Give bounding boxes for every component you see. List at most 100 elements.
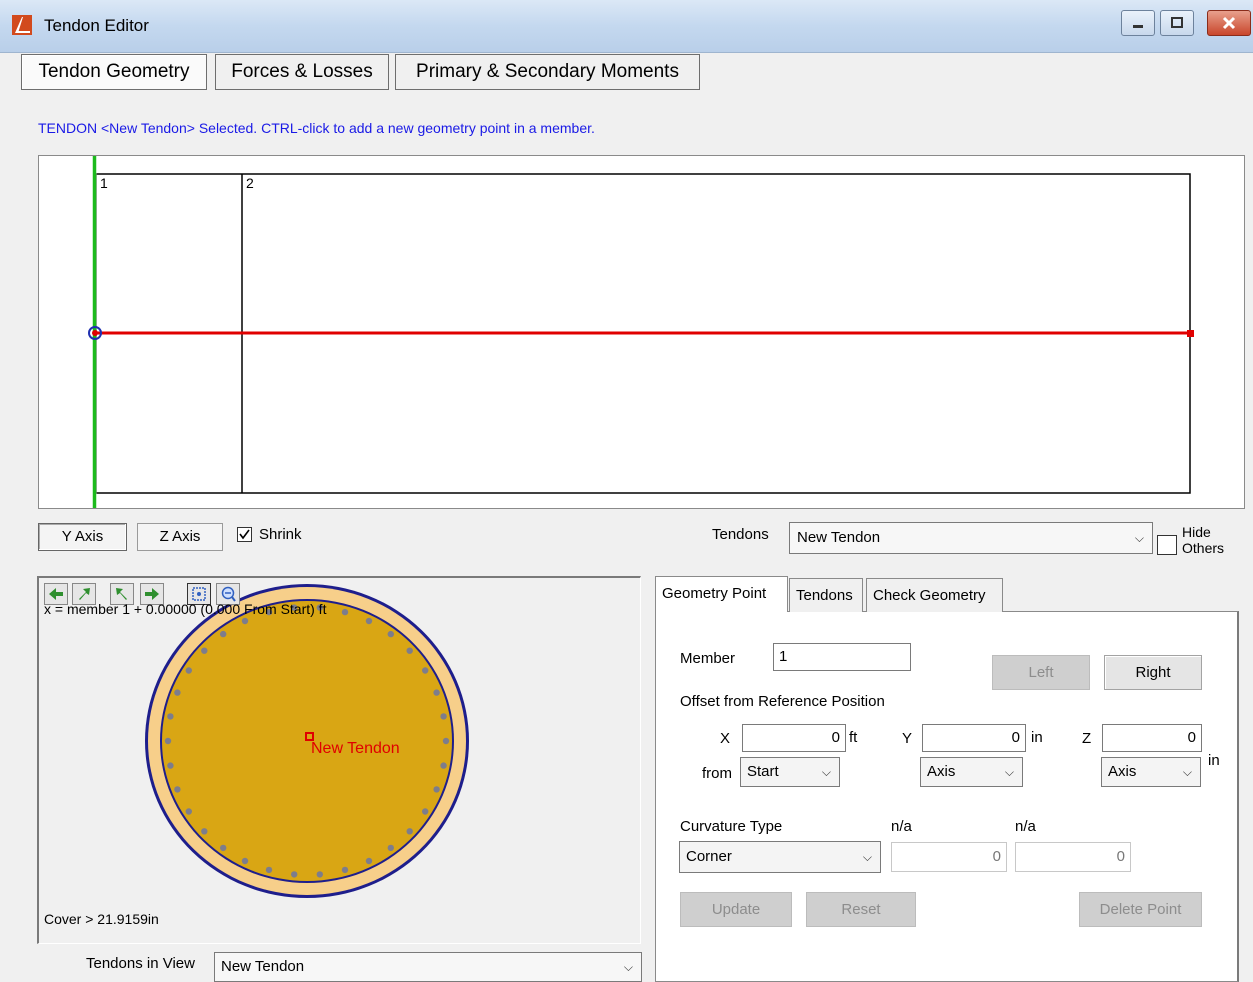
rebar-dot: [185, 808, 192, 815]
na2-label: n/a: [1015, 818, 1036, 835]
section-drawing: New Tendon: [145, 584, 469, 898]
maximize-icon: [1171, 17, 1183, 28]
rebar-dot: [201, 647, 208, 654]
rebar-dot: [440, 762, 447, 769]
x-label: X: [720, 730, 731, 747]
y-axis-button[interactable]: Y Axis: [38, 523, 127, 551]
rebar-dot: [164, 737, 172, 745]
delete-point-button[interactable]: Delete Point: [1079, 892, 1202, 927]
tendons-in-view-value: New Tendon: [221, 958, 305, 975]
y-reference-value: Axis: [927, 763, 956, 780]
rebar-dot: [365, 617, 373, 625]
title-bar: [0, 0, 1253, 53]
checkmark-icon: [239, 529, 250, 540]
z-offset-field[interactable]: 0: [1102, 724, 1202, 752]
rebar-dot: [442, 737, 450, 745]
tab-geometry-point[interactable]: Geometry Point: [655, 576, 788, 612]
rebar-dot: [406, 647, 413, 654]
tab-forces-losses[interactable]: Forces & Losses: [215, 54, 389, 90]
tendon-select[interactable]: New Tendon ⌵: [789, 522, 1153, 554]
tendon-end-point[interactable]: [1187, 330, 1194, 337]
minimize-icon: [1133, 25, 1143, 28]
rebar-dot: [422, 667, 429, 674]
x-position-readout: x = member 1 + 0.00000 (0.000 From Start…: [44, 601, 327, 617]
y-reference-select[interactable]: Axis ⌵: [920, 757, 1023, 787]
rebar-dot: [167, 713, 174, 720]
rebar-dot: [265, 866, 273, 874]
rebar-dot: [220, 844, 227, 852]
z-axis-button[interactable]: Z Axis: [137, 523, 223, 551]
na1-field[interactable]: 0: [891, 842, 1007, 872]
rebar-dot: [316, 871, 323, 878]
rebar-dot: [220, 630, 227, 638]
rebar-dot: [241, 857, 249, 865]
minimize-button[interactable]: [1121, 10, 1155, 36]
tab-check-geometry[interactable]: Check Geometry: [866, 578, 1003, 612]
tendons-label: Tendons: [712, 526, 769, 543]
member-label: Member: [680, 650, 736, 667]
from-label: from: [702, 765, 732, 782]
rebar-dot: [341, 866, 349, 874]
z-unit: in: [1208, 752, 1220, 769]
z-reference-select[interactable]: Axis ⌵: [1101, 757, 1201, 787]
member-field[interactable]: 1: [773, 643, 911, 671]
rebar-dot: [341, 608, 349, 616]
chevron-down-icon: ⌵: [623, 960, 633, 974]
rebar-dot: [433, 786, 440, 793]
hide-others-checkbox[interactable]: [1157, 535, 1177, 555]
z-label: Z: [1082, 730, 1092, 747]
chevron-down-icon: ⌵: [1182, 765, 1192, 779]
from-select[interactable]: Start ⌵: [740, 757, 840, 787]
tendon-select-value: New Tendon: [797, 529, 881, 546]
z-reference-value: Axis: [1108, 763, 1137, 780]
reset-button[interactable]: Reset: [806, 892, 916, 927]
rebar-dot: [291, 871, 298, 878]
rebar-dot: [241, 617, 249, 625]
tendons-in-view-label: Tendons in View: [86, 955, 195, 972]
rebar-dot: [174, 786, 181, 793]
rebar-dot: [167, 762, 174, 769]
shrink-label: Shrink: [259, 526, 302, 543]
curvature-type-select[interactable]: Corner ⌵: [679, 841, 881, 873]
tendon-elevation-view[interactable]: 1 2: [38, 155, 1245, 509]
status-message: TENDON <New Tendon> Selected. CTRL-click…: [38, 120, 595, 136]
rebar-dot: [365, 857, 373, 865]
hide-label-line1: Hide: [1182, 524, 1211, 540]
update-button[interactable]: Update: [680, 892, 792, 927]
chevron-down-icon: ⌵: [1004, 765, 1014, 779]
close-button[interactable]: [1207, 10, 1251, 36]
left-button[interactable]: Left: [992, 655, 1090, 690]
x-offset-field[interactable]: 0: [742, 724, 846, 752]
rebar-dot: [201, 828, 208, 835]
curvature-type-value: Corner: [686, 848, 732, 865]
tab-primary-secondary-moments[interactable]: Primary & Secondary Moments: [395, 54, 700, 90]
member-label: 2: [246, 175, 254, 191]
close-icon: [1222, 16, 1236, 30]
cover-readout: Cover > 21.9159in: [44, 911, 159, 927]
app-logo-icon: [12, 15, 32, 35]
offset-heading: Offset from Reference Position: [680, 693, 885, 710]
maximize-button[interactable]: [1160, 10, 1194, 36]
tab-tendons[interactable]: Tendons: [789, 578, 863, 612]
y-offset-field[interactable]: 0: [922, 724, 1026, 752]
shrink-checkbox[interactable]: [237, 527, 252, 542]
member-label: 1: [100, 175, 108, 191]
rebar-dot: [174, 689, 181, 696]
rebar-dot: [185, 667, 192, 674]
na1-label: n/a: [891, 818, 912, 835]
tab-tendon-geometry[interactable]: Tendon Geometry: [21, 54, 207, 90]
chevron-down-icon: ⌵: [1134, 531, 1144, 545]
y-label: Y: [902, 730, 913, 747]
rebar-dot: [433, 689, 440, 696]
tendon-section-label: New Tendon: [311, 740, 400, 757]
tendon-start-point[interactable]: [92, 330, 98, 336]
curvature-type-label: Curvature Type: [680, 818, 783, 835]
right-button[interactable]: Right: [1104, 655, 1202, 690]
rebar-dot: [406, 828, 413, 835]
tendons-in-view-select[interactable]: New Tendon ⌵: [214, 952, 642, 982]
hide-others-label: Hide Others: [1182, 524, 1224, 556]
rebar-dot: [387, 630, 394, 638]
y-unit: in: [1031, 729, 1043, 746]
na2-field[interactable]: 0: [1015, 842, 1131, 872]
from-select-value: Start: [747, 763, 779, 780]
